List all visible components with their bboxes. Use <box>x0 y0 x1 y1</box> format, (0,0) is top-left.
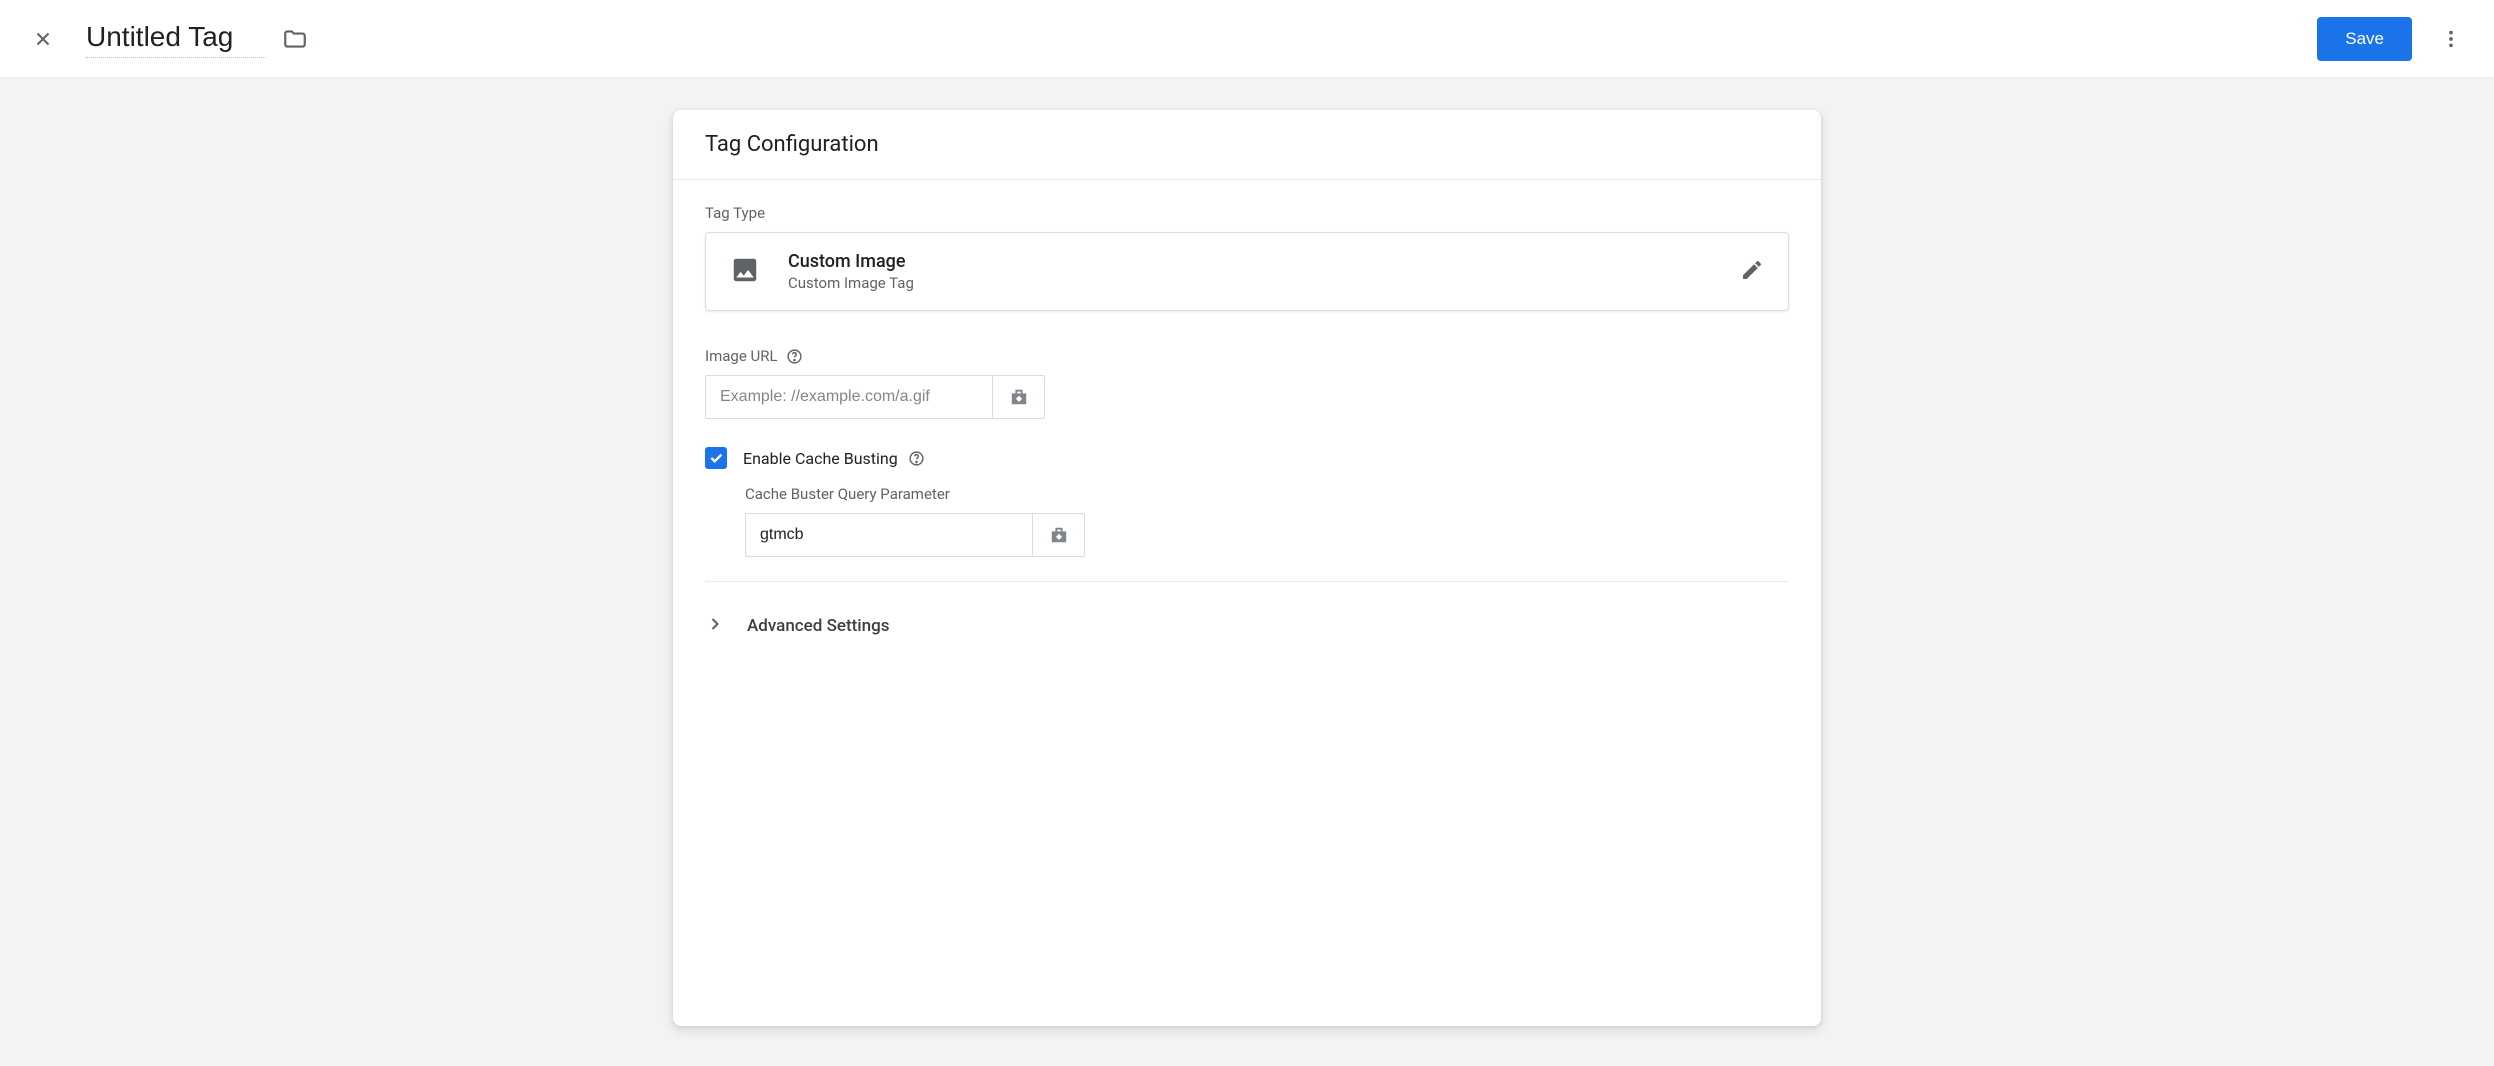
cache-busting-checkbox[interactable] <box>705 447 727 469</box>
image-url-input[interactable] <box>705 375 993 419</box>
editor-header: Save <box>0 0 2494 78</box>
folder-button[interactable] <box>282 26 308 52</box>
edit-icon <box>1740 258 1764 286</box>
tag-name-input[interactable] <box>86 19 266 58</box>
variable-picker-button[interactable] <box>1033 513 1085 557</box>
cache-busting-label: Enable Cache Busting <box>743 449 925 468</box>
image-icon <box>730 255 760 289</box>
folder-icon <box>282 26 308 52</box>
advanced-settings-label: Advanced Settings <box>747 616 889 636</box>
panel-title: Tag Configuration <box>673 110 1821 180</box>
variable-icon <box>1048 526 1070 544</box>
more-vert-icon <box>2440 28 2462 50</box>
help-icon[interactable] <box>786 348 803 365</box>
chevron-right-icon <box>705 614 725 638</box>
tag-type-name: Custom Image <box>788 251 1740 272</box>
cache-param-label: Cache Buster Query Parameter <box>745 485 1789 503</box>
check-icon <box>708 450 724 466</box>
close-icon <box>32 28 54 50</box>
cache-param-input[interactable] <box>745 513 1033 557</box>
help-icon[interactable] <box>908 450 925 467</box>
variable-icon <box>1008 388 1030 406</box>
variable-picker-button[interactable] <box>993 375 1045 419</box>
tag-type-subtitle: Custom Image Tag <box>788 274 1740 292</box>
divider <box>705 581 1789 582</box>
content-area: Tag Configuration Tag Type Custom Image … <box>0 78 2494 1066</box>
tag-type-selector[interactable]: Custom Image Custom Image Tag <box>705 232 1789 311</box>
image-url-label: Image URL <box>705 347 1789 365</box>
tag-config-panel: Tag Configuration Tag Type Custom Image … <box>673 110 1821 1026</box>
save-button[interactable]: Save <box>2317 17 2412 61</box>
tag-type-label: Tag Type <box>705 204 1789 222</box>
close-button[interactable] <box>24 20 62 58</box>
more-menu-button[interactable] <box>2432 20 2470 58</box>
advanced-settings-toggle[interactable]: Advanced Settings <box>673 590 1821 662</box>
